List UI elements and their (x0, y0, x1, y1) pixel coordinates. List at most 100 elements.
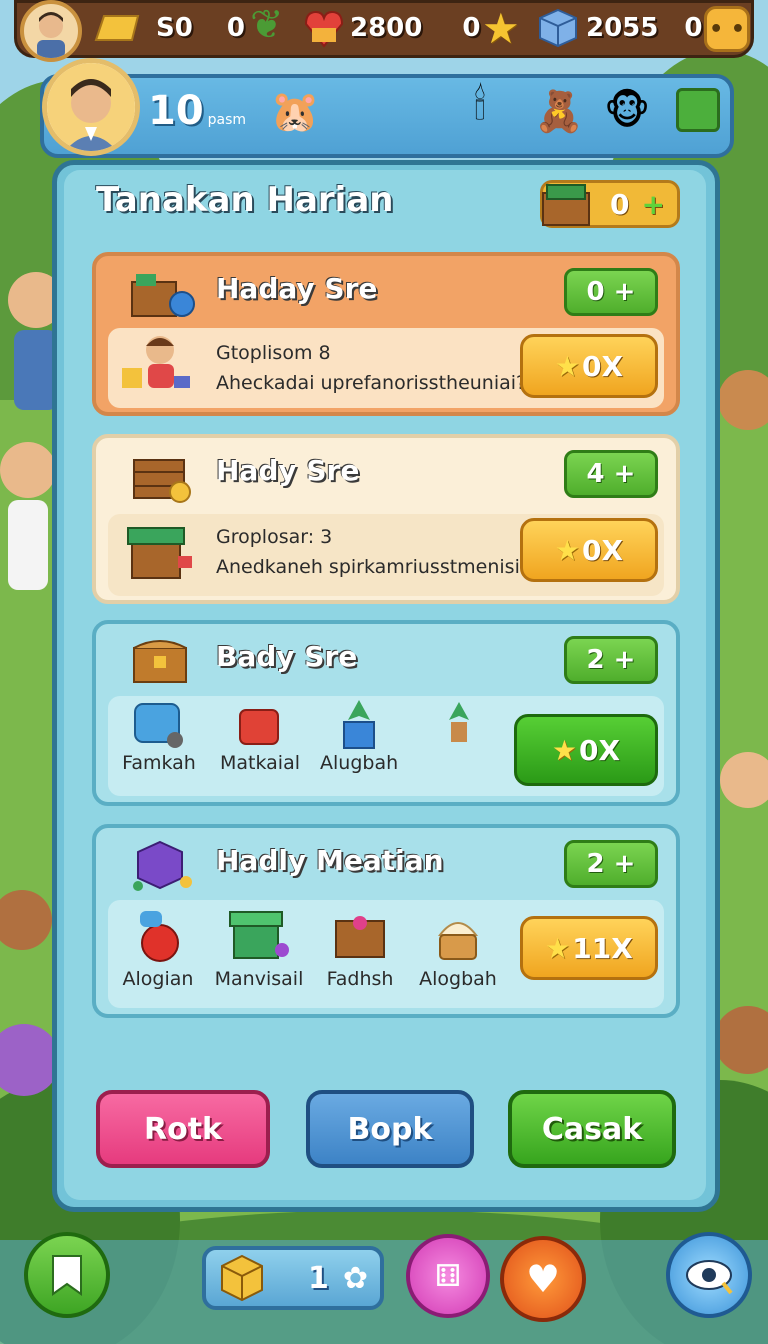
reward-item-label: Alogian (122, 968, 194, 990)
reward-item[interactable]: Fadhsh (318, 902, 402, 990)
apple-icon (140, 911, 179, 962)
mailbox-icon (239, 709, 279, 745)
cubes-resource[interactable]: 2055 0 (536, 4, 716, 52)
bopk-button[interactable]: Bopk (306, 1090, 474, 1168)
star-icon: ★ (482, 4, 520, 53)
leaf-icon: ❦ (250, 2, 284, 48)
small-plant-icon (449, 702, 469, 742)
hearts-value: 2800 (350, 13, 423, 43)
reward-item-label: Alugbah (320, 752, 399, 774)
player-avatar[interactable] (42, 58, 140, 156)
crate-icon (131, 274, 195, 317)
ice-cream-icon (437, 922, 479, 960)
inventory-slot[interactable]: 1 ✿ (202, 1246, 384, 1310)
task-card-1-action-button[interactable]: ★ 0X (520, 334, 658, 398)
reward-item[interactable]: Matkaial (220, 696, 300, 774)
pet-icon[interactable]: 🐹 (270, 88, 320, 135)
reward-item-label: Fadhsh (326, 968, 394, 990)
reward-item[interactable]: Famkah (120, 696, 198, 774)
task-card-1-title: Haday Sre (216, 272, 378, 305)
task-card-2-action-button[interactable]: ★ 0X (520, 518, 658, 582)
panel-counter[interactable]: 0 + (540, 180, 680, 228)
task-card-2-action-label: 0X (582, 533, 624, 567)
machine-icon (134, 703, 183, 748)
heart-chest-icon (304, 10, 344, 48)
hearts-resource[interactable]: 2800 0 (302, 4, 502, 52)
candle-icon[interactable]: 🕯 (474, 80, 486, 130)
map-icon[interactable] (676, 88, 720, 132)
cube-icon (539, 8, 577, 48)
hearts-extra: 0 (462, 13, 481, 43)
reward-item[interactable]: Alogian (116, 902, 200, 990)
eye-icon (686, 1260, 733, 1295)
task-card-3-action-button[interactable]: ★ 0X (514, 714, 658, 786)
reward-item-label: Alogbah (419, 968, 497, 990)
panel-counter-value: 0 (610, 187, 630, 221)
favorites-button[interactable]: ♥ (500, 1236, 586, 1322)
chest-icon (542, 184, 590, 226)
task-card-2-title: Hady Sre (216, 454, 360, 487)
task-card-1-action-label: 0X (582, 349, 624, 383)
task-card-4: Hadly Meatian 2 + Alogian Manvisail Fadh… (92, 824, 680, 1018)
task-card-1-badge[interactable]: 0 + (564, 268, 658, 316)
casak-button[interactable]: Casak (508, 1090, 676, 1168)
task-card-4-action-button[interactable]: ★ 11X (520, 916, 658, 980)
star-icon: ★ (554, 349, 581, 383)
gold-bar-icon (94, 15, 140, 41)
star-icon: ★ (551, 733, 578, 767)
star-icon: ★ (545, 931, 571, 965)
star-icon: ★ (554, 533, 581, 567)
reward-item[interactable]: Manvisail (214, 902, 304, 990)
level-number: 10 (148, 88, 204, 134)
rotk-button[interactable]: Rotk (96, 1090, 270, 1168)
menu-face-icon[interactable]: • • (704, 6, 750, 52)
chat-button[interactable] (666, 1232, 752, 1318)
box-icon (221, 1254, 263, 1302)
task-card-2-line2: Anedkaneh spirkamriusstmenisi? (216, 556, 530, 578)
task-card-2-line1: Groplosar: 3 (216, 526, 333, 548)
task-card-4-title: Hadly Meatian (216, 844, 444, 877)
monkey-icon[interactable]: 🐵 (604, 88, 650, 134)
inventory-count: 1 (308, 1260, 329, 1296)
treasure-box-icon (335, 916, 385, 958)
task-card-3: Bady Sre 2 + Famkah Matkaial Alugbah ★ 0X (92, 620, 680, 806)
girl-with-toys-icon (122, 336, 190, 388)
cubes-value: 2055 (586, 13, 659, 43)
gold-value: S0 (156, 13, 193, 43)
task-card-2: Hady Sre 4 + Groplosar: 3 Anedkaneh spir… (92, 434, 680, 604)
reward-item[interactable]: Alugbah (320, 696, 398, 774)
cubes-extra: 0 (684, 13, 703, 43)
task-card-2-badge[interactable]: 4 + (564, 450, 658, 498)
reward-item-label: Manvisail (214, 968, 304, 990)
bear-icon[interactable]: 🧸 (534, 88, 584, 135)
gift-box-icon (127, 527, 192, 579)
task-card-1: Haday Sre 0 + Gtoplisom 8 Aheckadai upre… (92, 252, 680, 416)
flower-icon: ✿ (342, 1260, 369, 1296)
task-card-3-action-label: 0X (579, 733, 621, 767)
special-button[interactable]: ⚅ (406, 1234, 490, 1318)
reward-item[interactable] (420, 696, 498, 774)
panel-title: Tanakan Harian (96, 180, 394, 220)
gold-resource[interactable]: S0 0 (92, 4, 252, 52)
task-card-1-line1: Gtoplisom 8 (216, 342, 331, 364)
task-card-4-action-label: 11X (572, 931, 633, 965)
task-card-4-items: Alogian Manvisail Fadhsh Alogbah (116, 902, 500, 990)
dice-symbol-icon: ⚅ (434, 1258, 462, 1294)
task-card-4-badge[interactable]: 2 + (564, 840, 658, 888)
panel-counter-plus: + (641, 187, 665, 221)
reward-item-label: Famkah (122, 752, 196, 774)
gold-extra: 0 (226, 13, 245, 43)
bookmark-button[interactable] (24, 1232, 110, 1318)
task-card-3-title: Bady Sre (216, 640, 358, 673)
player-avatar-small[interactable] (20, 0, 82, 62)
task-card-1-line2: Aheckadai uprefanorisstheuniai? (216, 372, 527, 394)
level-unit: pasm (207, 112, 247, 128)
crate-icon (133, 459, 191, 503)
task-card-3-items: Famkah Matkaial Alugbah (120, 696, 498, 774)
task-card-3-badge[interactable]: 2 + (564, 636, 658, 684)
potted-plant-icon (343, 700, 375, 749)
heart-icon: ♥ (525, 1257, 561, 1301)
bookmark-icon (52, 1255, 82, 1296)
gift-crate-icon (229, 911, 289, 959)
reward-item[interactable]: Alogbah (416, 902, 500, 990)
